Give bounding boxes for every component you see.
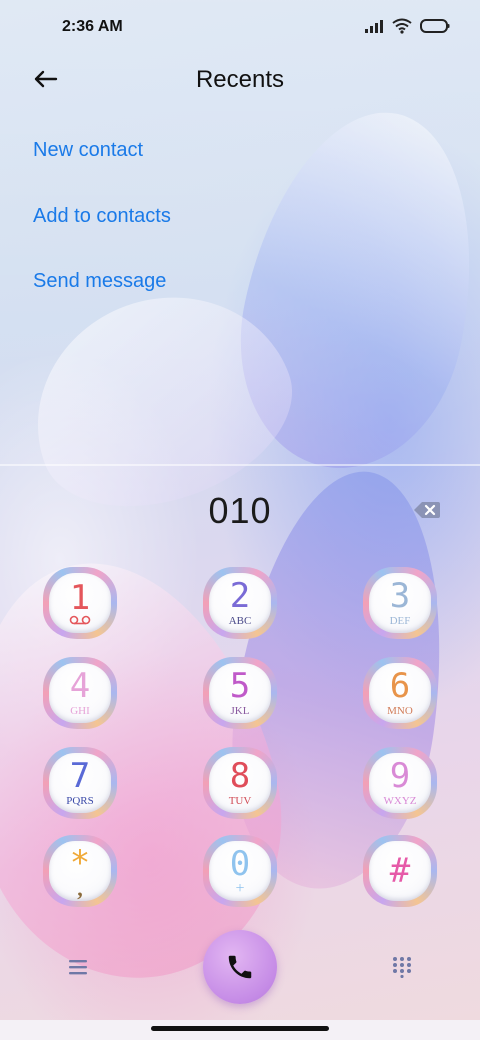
key-digit: 0 bbox=[229, 844, 251, 884]
key-0[interactable]: 0 + bbox=[203, 835, 277, 907]
key-face: 0 + bbox=[209, 841, 271, 901]
key-letters: , bbox=[77, 876, 83, 901]
battery-icon bbox=[420, 19, 450, 33]
key-4[interactable]: 4 GHI bbox=[43, 657, 117, 729]
key-8[interactable]: 8 TUV bbox=[203, 747, 277, 819]
dialed-number: 010 bbox=[208, 490, 272, 531]
voicemail-icon bbox=[69, 615, 91, 625]
page-title: Recents bbox=[195, 66, 285, 93]
key-2[interactable]: 2 ABC bbox=[203, 567, 277, 639]
key-letters: JKL bbox=[230, 705, 250, 717]
key-face: 7 PQRS bbox=[49, 753, 111, 813]
key-9[interactable]: 9 WXYZ bbox=[363, 747, 437, 819]
key-face: 4 GHI bbox=[49, 663, 111, 723]
call-button[interactable] bbox=[203, 930, 277, 1004]
key-digit: # bbox=[389, 851, 411, 891]
key-letters: DEF bbox=[389, 615, 411, 627]
key-1[interactable]: 1 bbox=[43, 567, 117, 639]
key-digit: 9 bbox=[389, 756, 411, 796]
key-face: 1 bbox=[49, 573, 111, 633]
key-face: 6 MNO bbox=[369, 663, 431, 723]
status-time: 2:36 AM bbox=[62, 18, 123, 35]
key-hash[interactable]: # bbox=[363, 835, 437, 907]
key-digit: 6 bbox=[389, 666, 411, 706]
key-letters: + bbox=[235, 880, 245, 897]
key-letters: GHI bbox=[70, 705, 90, 717]
key-digit: * bbox=[69, 843, 91, 883]
home-indicator[interactable] bbox=[151, 1026, 329, 1031]
send-message-link[interactable]: Send message bbox=[33, 270, 166, 293]
key-digit: 4 bbox=[69, 666, 91, 706]
key-digit: 7 bbox=[69, 756, 91, 796]
phone-icon bbox=[228, 955, 252, 979]
key-6[interactable]: 6 MNO bbox=[363, 657, 437, 729]
panel-divider bbox=[0, 464, 480, 466]
key-3[interactable]: 3 DEF bbox=[363, 567, 437, 639]
key-face: 3 DEF bbox=[369, 573, 431, 633]
signal-icon bbox=[365, 20, 383, 33]
key-digit: 1 bbox=[69, 578, 91, 618]
key-face: 9 WXYZ bbox=[369, 753, 431, 813]
status-bar: 2:36 AM bbox=[0, 0, 480, 56]
key-letters: ABC bbox=[228, 615, 252, 627]
status-icons bbox=[364, 18, 450, 34]
keypad-icon[interactable] bbox=[392, 956, 412, 978]
key-letters: TUV bbox=[228, 795, 252, 807]
key-star[interactable]: *, bbox=[43, 835, 117, 907]
key-digit: 5 bbox=[229, 666, 251, 706]
key-face: 2 ABC bbox=[209, 573, 271, 633]
key-letters: WXYZ bbox=[383, 795, 417, 807]
key-face: # bbox=[369, 841, 431, 901]
key-5[interactable]: 5 JKL bbox=[203, 657, 277, 729]
backspace-icon[interactable] bbox=[413, 500, 441, 520]
key-digit: 3 bbox=[389, 576, 411, 616]
menu-icon[interactable] bbox=[68, 958, 88, 976]
key-letters: MNO bbox=[387, 705, 413, 717]
wifi-icon bbox=[392, 18, 412, 34]
key-letters: PQRS bbox=[66, 795, 94, 807]
add-to-contacts-link[interactable]: Add to contacts bbox=[33, 205, 171, 228]
key-7[interactable]: 7 PQRS bbox=[43, 747, 117, 819]
key-face: *, bbox=[49, 841, 111, 901]
key-digit: 2 bbox=[229, 576, 251, 616]
key-face: 8 TUV bbox=[209, 753, 271, 813]
new-contact-link[interactable]: New contact bbox=[33, 139, 143, 162]
key-digit: 8 bbox=[229, 756, 251, 796]
key-face: 5 JKL bbox=[209, 663, 271, 723]
